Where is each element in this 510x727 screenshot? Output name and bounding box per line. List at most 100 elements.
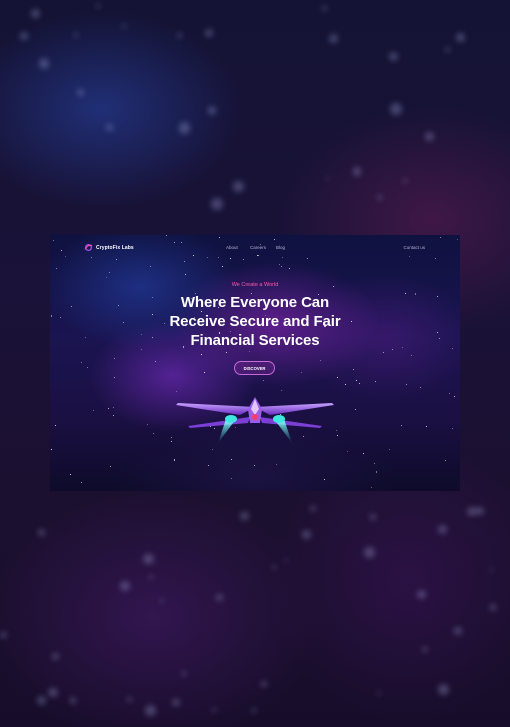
bokeh-dot <box>143 553 155 565</box>
star <box>453 396 455 398</box>
star <box>451 428 453 429</box>
star <box>362 453 364 454</box>
star <box>231 459 232 460</box>
star <box>280 390 282 391</box>
star <box>113 414 114 416</box>
bokeh-dot <box>232 180 245 193</box>
bokeh-dot <box>240 512 249 521</box>
contact-link[interactable]: Contact us <box>403 245 425 250</box>
star <box>373 462 375 464</box>
star <box>337 376 338 378</box>
bokeh-dot <box>390 102 403 115</box>
bokeh-dot <box>204 28 214 38</box>
bokeh-dot <box>388 51 398 61</box>
star <box>80 482 82 483</box>
star <box>319 359 321 361</box>
star <box>70 473 72 475</box>
star <box>401 424 403 427</box>
star <box>81 361 82 363</box>
star <box>226 351 227 353</box>
star <box>449 393 450 394</box>
star <box>154 361 156 362</box>
star <box>55 268 57 269</box>
bokeh-dot <box>0 631 7 639</box>
bokeh-dot <box>207 105 217 115</box>
star <box>203 372 205 373</box>
bokeh-dot <box>48 687 59 698</box>
bokeh-dot <box>369 513 376 520</box>
star <box>275 463 277 465</box>
bokeh-dot <box>122 24 127 29</box>
bokeh-dot <box>321 5 327 12</box>
discover-button[interactable]: DISCOVER <box>234 361 275 375</box>
star <box>354 409 356 411</box>
bokeh-dot <box>329 34 339 44</box>
star <box>146 423 148 425</box>
bokeh-dot <box>363 547 375 559</box>
bokeh-dot <box>181 671 186 676</box>
bokeh-dot <box>285 558 289 563</box>
bokeh-dot <box>20 31 29 40</box>
bokeh-dot <box>149 575 153 579</box>
star <box>371 486 372 488</box>
star <box>383 351 384 353</box>
bokeh-dot <box>422 646 428 653</box>
star <box>86 366 88 368</box>
star <box>108 408 110 409</box>
star <box>176 391 178 393</box>
bokeh-dot <box>212 708 216 713</box>
bokeh-dot <box>271 564 277 570</box>
bokeh-dot <box>74 32 79 37</box>
bokeh-dot <box>106 123 114 131</box>
bokeh-dot <box>353 167 362 176</box>
star <box>113 357 115 359</box>
bokeh-dot <box>39 58 50 69</box>
star <box>405 384 407 385</box>
bokeh-dot <box>444 46 451 52</box>
star <box>112 406 114 408</box>
bokeh-dot <box>251 708 257 713</box>
bokeh-dot <box>376 194 383 201</box>
bokeh-dot <box>171 698 180 707</box>
top-nav: CryptoFix Labs About Careers Blog Contac… <box>50 235 460 261</box>
headline-line-1: Where Everyone Can <box>180 294 330 311</box>
star <box>281 266 283 268</box>
star <box>108 272 110 274</box>
nav-blog[interactable]: Blog <box>276 245 285 250</box>
nav-about[interactable]: About <box>226 245 238 250</box>
bokeh-dot <box>489 568 493 572</box>
star <box>221 265 223 267</box>
star <box>231 477 232 479</box>
star <box>375 471 378 473</box>
bokeh-dot <box>325 176 329 180</box>
bokeh-dot <box>178 122 191 134</box>
star <box>152 433 154 435</box>
star <box>184 274 186 275</box>
star <box>248 351 250 353</box>
bokeh-dot <box>51 652 59 661</box>
star <box>420 387 422 388</box>
bokeh-dot <box>261 681 267 688</box>
brand[interactable]: CryptoFix Labs <box>84 243 134 252</box>
star <box>374 380 376 382</box>
hero-headline: Where Everyone Can Receive Secure and Fa… <box>50 293 460 350</box>
star <box>444 460 446 461</box>
bokeh-dot <box>145 704 157 716</box>
star <box>345 384 347 386</box>
bokeh-dot <box>210 198 223 211</box>
star <box>114 377 116 379</box>
nav-careers[interactable]: Careers <box>250 245 266 250</box>
bokeh-dot <box>69 696 77 704</box>
bokeh-dot <box>456 32 465 42</box>
spaceship-icon <box>176 397 334 443</box>
bokeh-dot <box>489 604 497 611</box>
star <box>359 383 361 384</box>
website-hero-frame: CryptoFix Labs About Careers Blog Contac… <box>50 235 460 491</box>
orbit-logo-icon <box>84 243 93 252</box>
bokeh-dot <box>377 691 382 696</box>
star <box>105 276 107 278</box>
star <box>347 451 348 452</box>
star <box>173 459 176 461</box>
brand-name: CryptoFix Labs <box>96 244 134 251</box>
bokeh-dot <box>119 581 131 592</box>
